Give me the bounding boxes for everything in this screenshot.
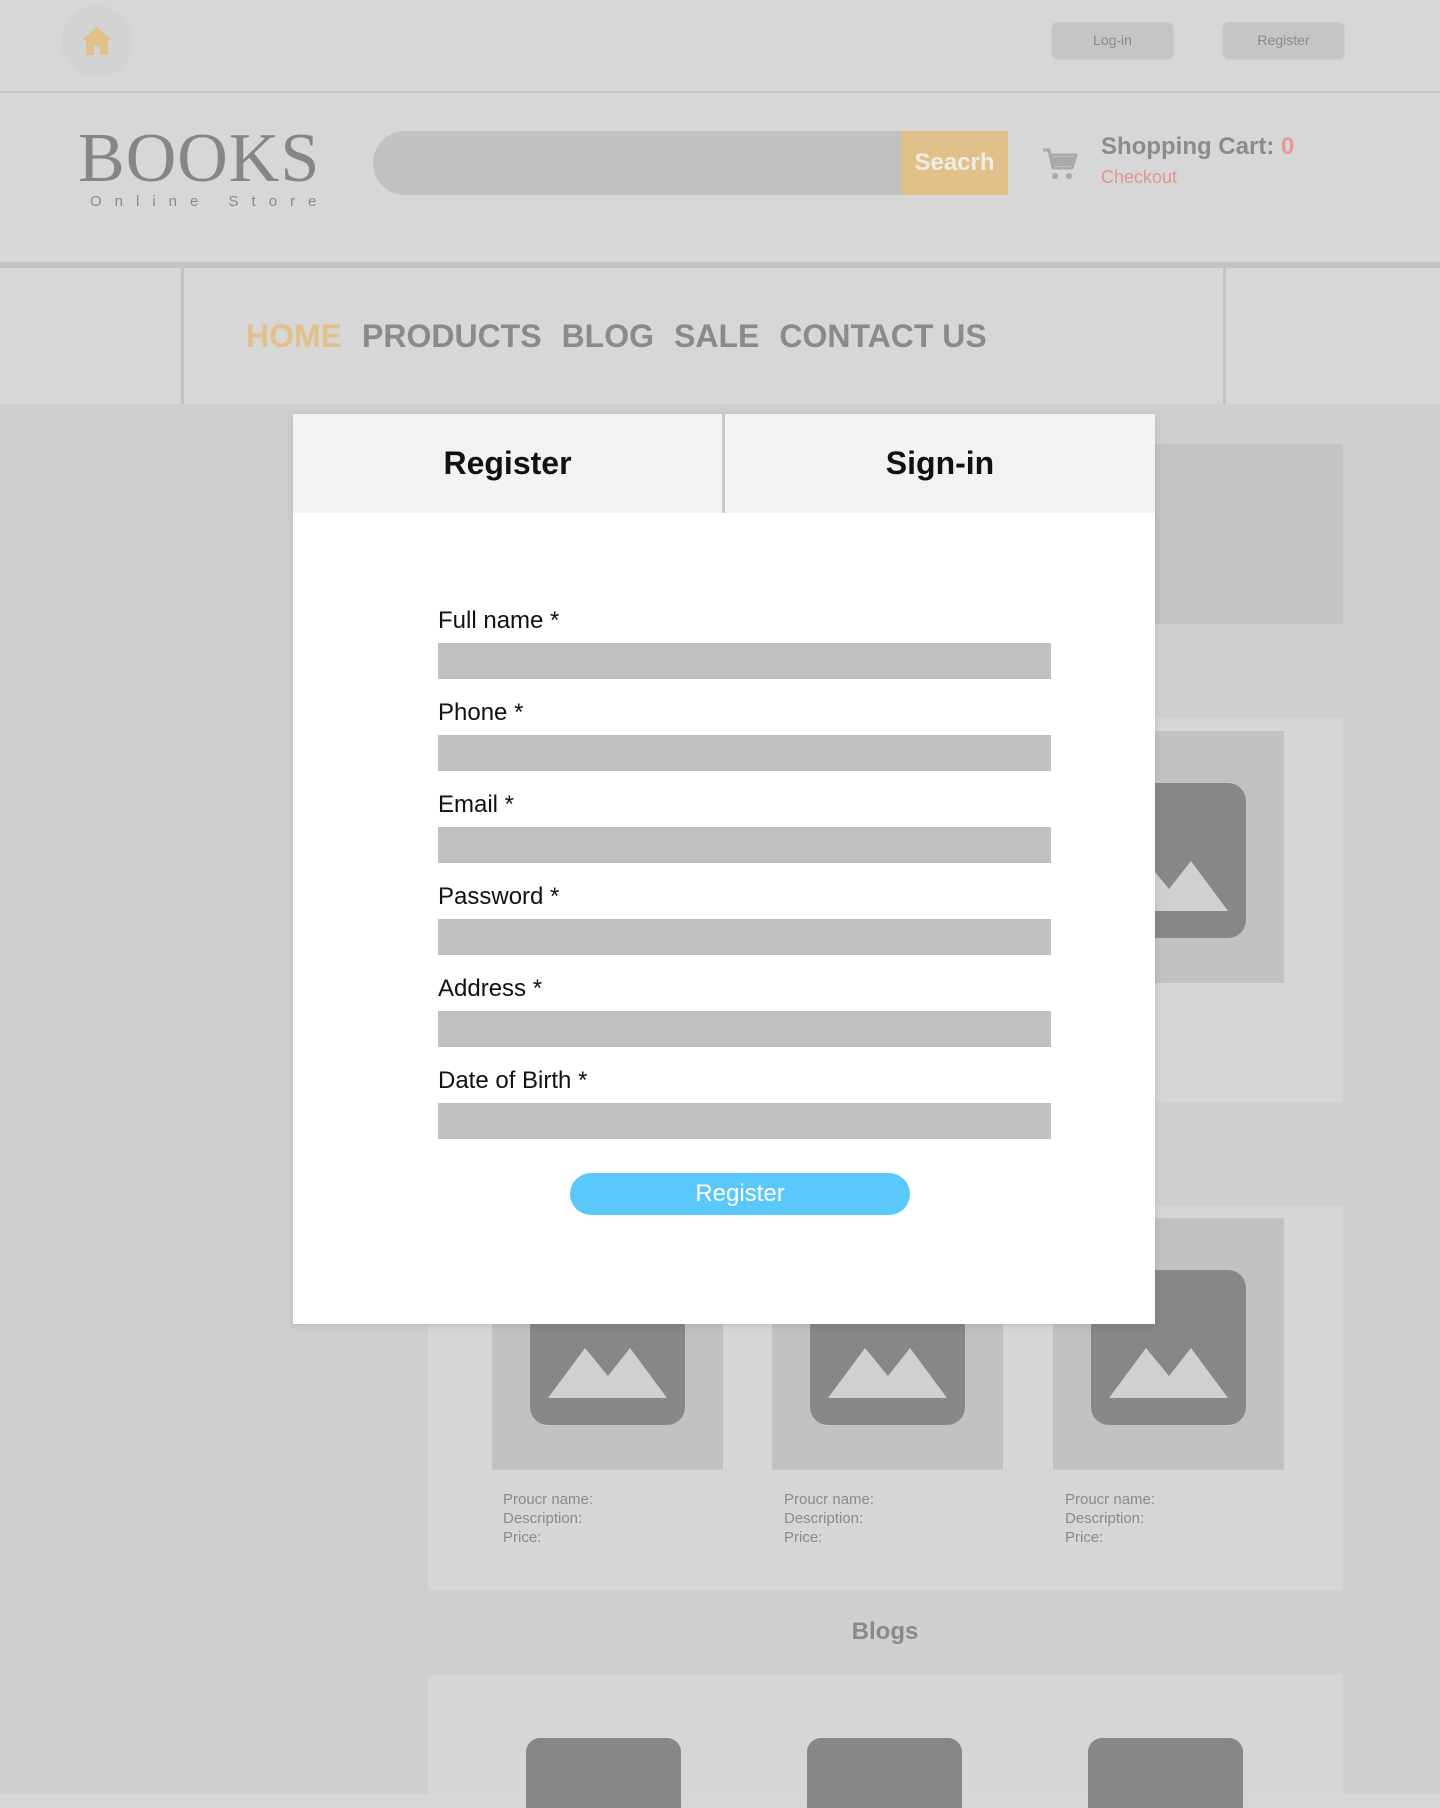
email-field[interactable]	[438, 827, 1051, 863]
product-description-label: Description:	[503, 1510, 583, 1527]
nav-item-products[interactable]: PRODUCTS	[362, 318, 542, 355]
checkout-link[interactable]: Checkout	[1101, 167, 1177, 188]
product-price-label: Price:	[1065, 1529, 1104, 1546]
product-info: Proucr name: Description: Price:	[1065, 1490, 1155, 1547]
cart-icon[interactable]	[1040, 144, 1080, 184]
nav-divider	[181, 268, 184, 404]
search-input[interactable]	[373, 131, 901, 195]
register-submit-button[interactable]: Register	[570, 1173, 910, 1215]
blog-image[interactable]	[807, 1738, 962, 1808]
home-icon	[82, 27, 112, 55]
product-description-label: Description:	[784, 1510, 864, 1527]
tab-sign-in[interactable]: Sign-in	[725, 414, 1155, 513]
nav-divider	[1223, 268, 1226, 404]
product-price-label: Price:	[503, 1529, 542, 1546]
logo-title: BOOKS	[78, 120, 321, 197]
blogs-heading: Blogs	[851, 1618, 919, 1645]
full-name-label: Full name *	[438, 607, 560, 634]
address-field[interactable]	[438, 1011, 1051, 1047]
register-modal: Register Sign-in Full name * Phone * Ema…	[293, 414, 1155, 1324]
shopping-cart-label: Shopping Cart: 0	[1101, 133, 1294, 161]
product-price-label: Price:	[784, 1529, 823, 1546]
product-name-label: Proucr name:	[784, 1491, 875, 1508]
register-button[interactable]: Register	[1223, 22, 1344, 58]
blog-image[interactable]	[1088, 1738, 1243, 1808]
product-name-label: Proucr name:	[1065, 1491, 1156, 1508]
password-field[interactable]	[438, 919, 1051, 955]
nav-item-contact-us[interactable]: CONTACT US	[779, 318, 986, 355]
home-button[interactable]	[61, 5, 133, 77]
address-label: Address *	[438, 975, 543, 1002]
blog-image[interactable]	[526, 1738, 681, 1808]
cart-label: Shopping Cart:	[1101, 133, 1275, 160]
full-name-field[interactable]	[438, 643, 1051, 679]
banner-image	[1150, 444, 1343, 624]
login-button[interactable]: Log-in	[1052, 22, 1173, 58]
phone-field[interactable]	[438, 735, 1051, 771]
product-info: Proucr name: Description: Price:	[503, 1490, 593, 1547]
nav-item-blog[interactable]: BLOG	[562, 318, 654, 355]
date-of-birth-field[interactable]	[438, 1103, 1051, 1139]
phone-label: Phone *	[438, 699, 524, 726]
nav-item-sale[interactable]: SALE	[674, 318, 759, 355]
product-info: Proucr name: Description: Price:	[784, 1490, 874, 1547]
password-label: Password *	[438, 883, 560, 910]
date-of-birth-label: Date of Birth *	[438, 1067, 588, 1094]
tab-register[interactable]: Register	[293, 414, 722, 513]
product-name-label: Proucr name:	[503, 1491, 594, 1508]
cart-count: 0	[1280, 133, 1295, 160]
main-nav: HOME PRODUCTS BLOG SALE CONTACT US	[246, 318, 987, 355]
logo-subtitle: Online Store	[90, 193, 330, 210]
email-label: Email *	[438, 791, 515, 818]
product-description-label: Description:	[1065, 1510, 1145, 1527]
search-button[interactable]: Seacrh	[901, 131, 1008, 195]
nav-item-home[interactable]: HOME	[246, 318, 342, 355]
